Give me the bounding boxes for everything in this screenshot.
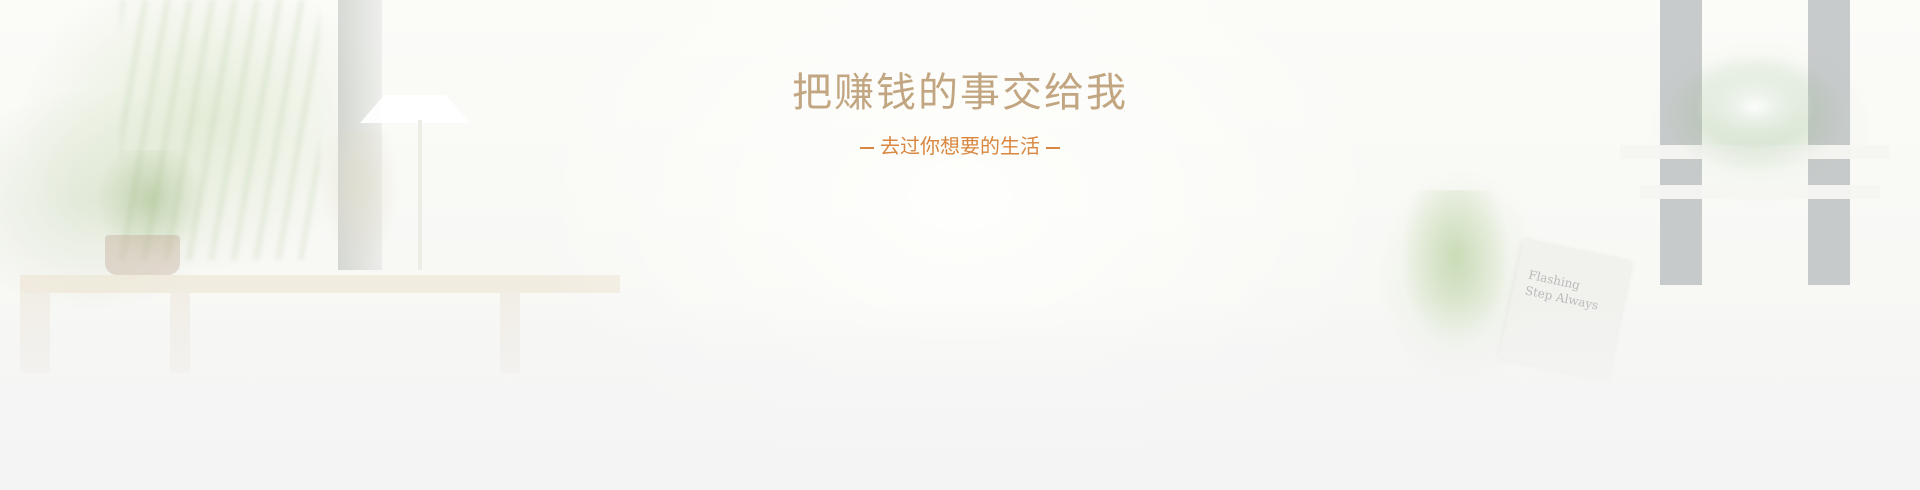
banner-subline-wrapper: 去过你想要的生活 [0, 130, 1920, 159]
plant-pot [105, 235, 180, 275]
banner-headline: 把赚钱的事交给我 [792, 70, 1128, 116]
hero-banner: Flashing Step Always 把赚钱的事交给我 去过你想要的生活 [0, 0, 1920, 490]
banner-subline: 去过你想要的生活 [880, 134, 1040, 158]
shelf [1640, 185, 1880, 199]
bottom-fade [0, 300, 1920, 490]
dash-decoration [1046, 146, 1060, 149]
dash-decoration [860, 146, 874, 149]
